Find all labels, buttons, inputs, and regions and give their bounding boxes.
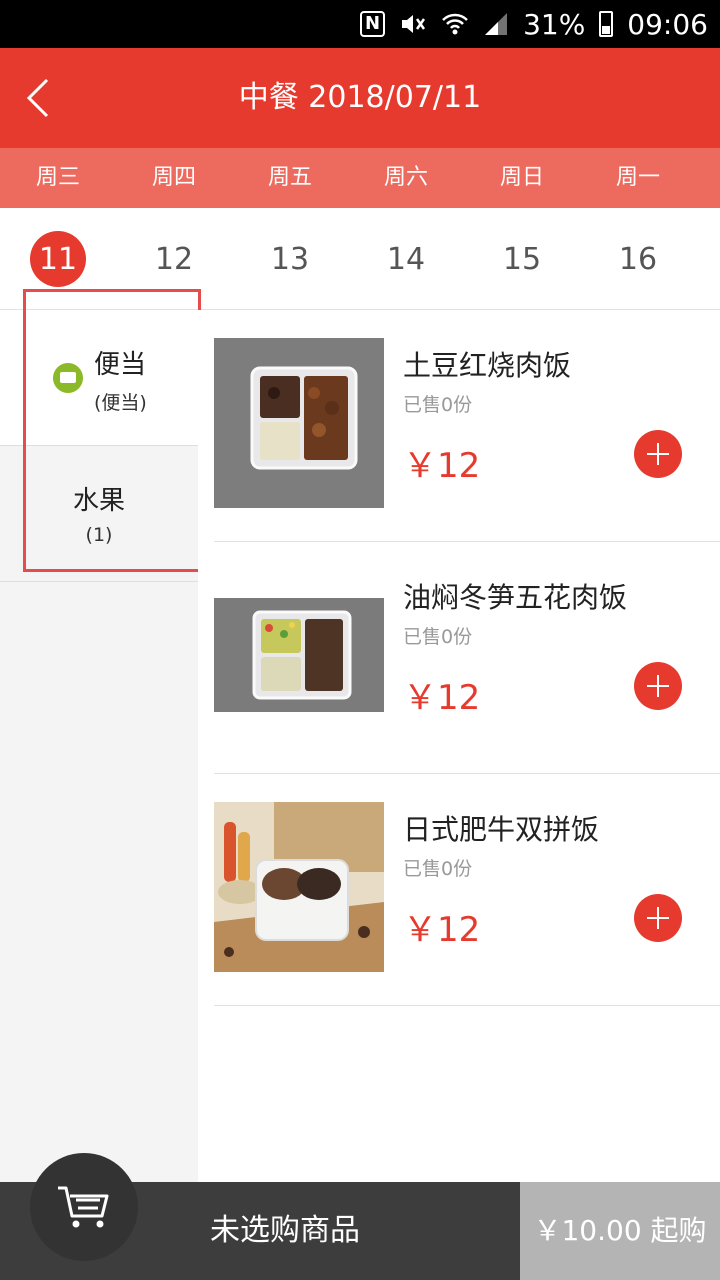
product-name: 土豆红烧肉饭 <box>403 349 572 382</box>
date-number-selected: 11 <box>30 231 86 287</box>
product-item[interactable]: 土豆红烧肉饭 已售0份 ￥12 <box>214 310 720 542</box>
product-image <box>214 802 384 972</box>
product-price: ￥12 <box>403 678 481 718</box>
date-number: 16 <box>618 241 658 277</box>
date-number: 15 <box>502 241 542 277</box>
date-number: 13 <box>270 241 310 277</box>
category-name: 水果 <box>72 486 125 516</box>
add-to-cart-button[interactable] <box>634 894 682 942</box>
wifi-icon <box>441 12 469 36</box>
weekday-label: 周六 <box>383 165 428 190</box>
battery-icon <box>599 11 614 37</box>
product-item[interactable]: 日式肥牛双拼饭 已售0份 ￥12 <box>214 774 720 1006</box>
category-count: (1) <box>85 524 113 546</box>
page-title: 中餐 2018/07/11 <box>238 80 482 115</box>
date-number: 12 <box>154 241 194 277</box>
date-cell[interactable]: 11 <box>0 208 116 310</box>
category-sidebar: 便当 (便当) 水果 (1) <box>0 310 198 1182</box>
product-image <box>214 338 384 508</box>
product-name: 日式肥牛双拼饭 <box>403 813 600 846</box>
category-item-fruit[interactable]: 水果 (1) <box>0 446 198 582</box>
date-cell[interactable]: 16 <box>580 208 696 310</box>
weekday-label: 周四 <box>151 165 196 190</box>
category-item-bento[interactable]: 便当 (便当) <box>0 310 198 446</box>
product-name: 油焖冬笋五花肉饭 <box>403 581 628 614</box>
app-header: 中餐 2018/07/11 <box>0 48 720 148</box>
status-bar: N 31% 09:06 <box>0 0 720 48</box>
date-cell[interactable]: 15 <box>464 208 580 310</box>
category-count: (便当) <box>94 392 147 414</box>
nfc-icon: N <box>359 11 386 37</box>
date-number: 14 <box>386 241 426 277</box>
cart-icon <box>58 1186 109 1228</box>
weekday-label: 周日 <box>499 165 544 190</box>
category-name: 便当 <box>94 350 147 380</box>
checkout-button[interactable]: ￥10.00 起购 <box>520 1182 720 1280</box>
product-sold-count: 已售0份 <box>403 394 473 416</box>
battery-percent: 31% <box>523 7 586 41</box>
date-cell[interactable]: 13 <box>232 208 348 310</box>
weekday-label: 周一 <box>615 165 660 190</box>
weekday-label: 周三 <box>35 165 80 190</box>
add-to-cart-button[interactable] <box>634 430 682 478</box>
add-to-cart-button[interactable] <box>634 662 682 710</box>
product-image <box>214 570 384 740</box>
date-selector: 11 12 13 14 15 16 <box>0 208 720 310</box>
product-price: ￥12 <box>403 910 481 950</box>
mute-icon <box>399 11 427 37</box>
bento-icon <box>53 363 83 393</box>
clock: 09:06 <box>627 7 708 41</box>
date-cell[interactable]: 14 <box>348 208 464 310</box>
product-sold-count: 已售0份 <box>403 858 473 880</box>
signal-icon <box>483 11 509 37</box>
weekday-bar: 周三 周四 周五 周六 周日 周一 <box>0 148 720 208</box>
product-item[interactable]: 油焖冬笋五花肉饭 已售0份 ￥12 <box>214 542 720 774</box>
product-list: 土豆红烧肉饭 已售0份 ￥12 油焖冬笋五花肉饭 已售0份 ￥12 日式肥牛双拼… <box>198 310 720 1182</box>
date-cell[interactable]: 12 <box>116 208 232 310</box>
weekday-label: 周五 <box>267 165 312 190</box>
cart-button[interactable] <box>30 1153 138 1261</box>
product-sold-count: 已售0份 <box>403 626 473 648</box>
cart-status-label: 未选购商品 <box>210 1213 360 1248</box>
product-price: ￥12 <box>403 446 481 486</box>
